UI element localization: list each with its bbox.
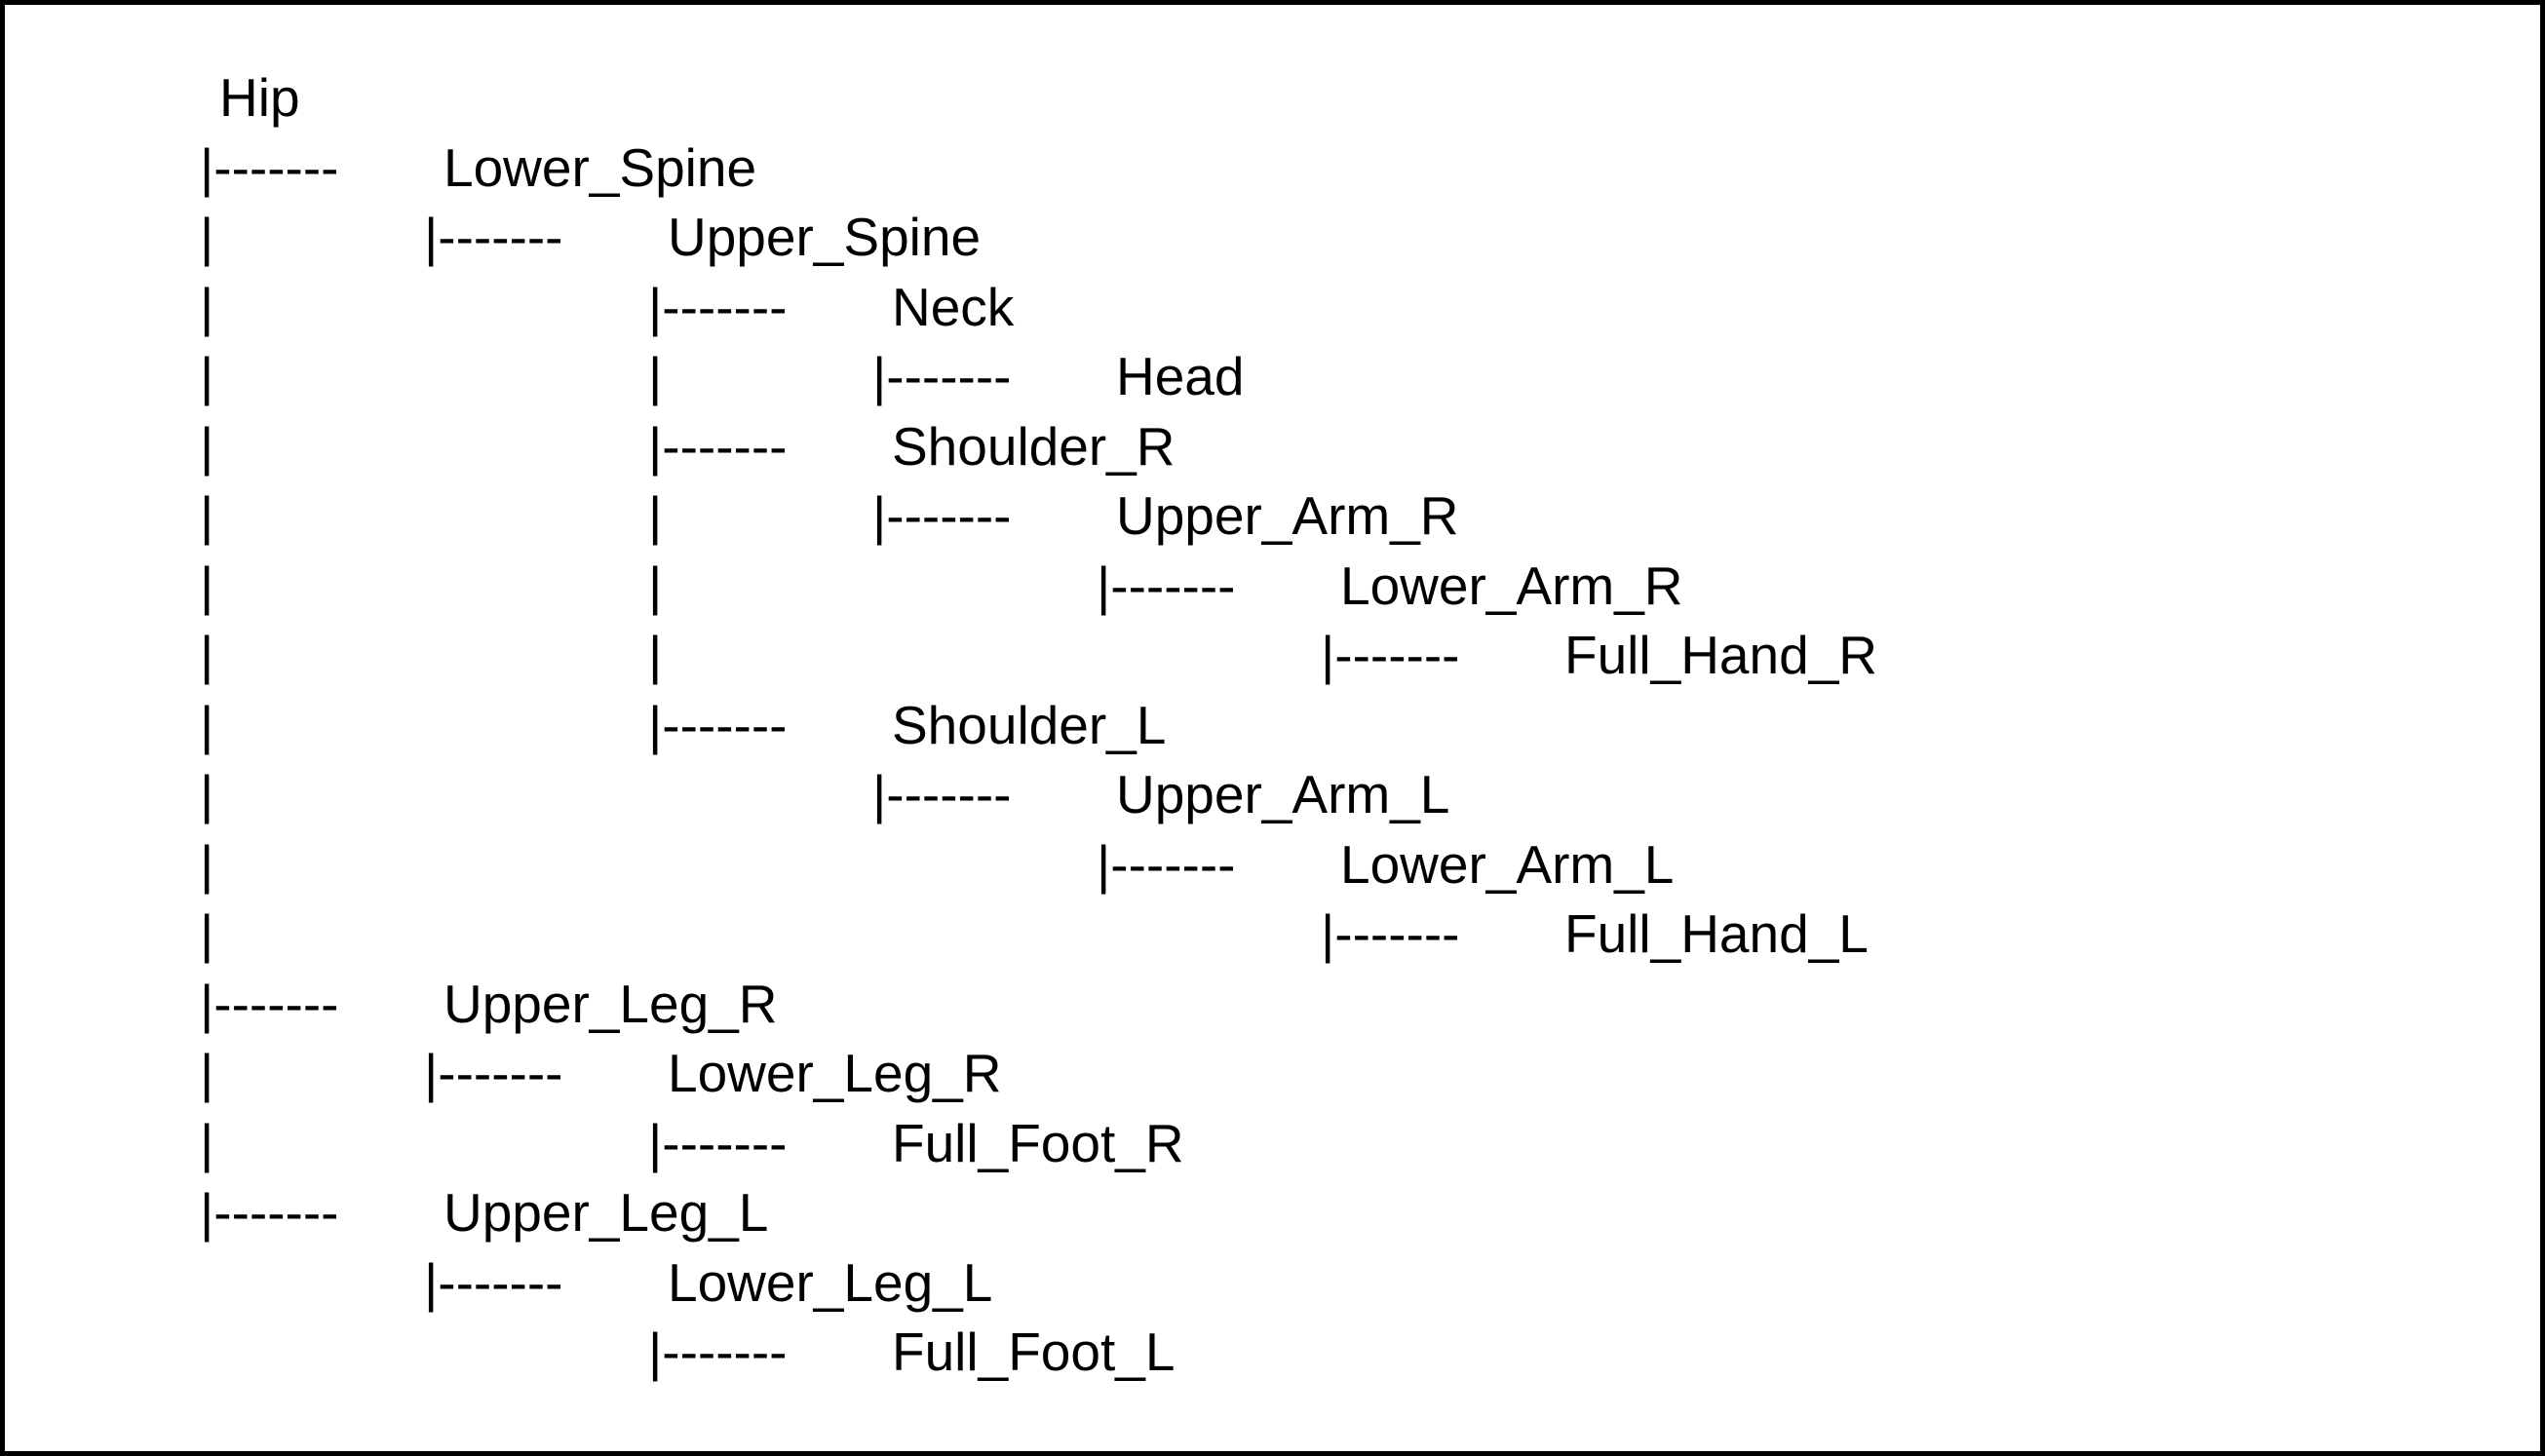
tree-branch-connector [648,1318,872,1388]
tree-vertical-connector [200,830,424,900]
tree-row: Full_Foot_L [200,1318,2443,1388]
tree-vertical-connector [200,203,424,273]
bone-node-label: Upper_Spine [648,203,981,273]
tree-row: Head [200,342,2443,412]
bone-node-label: Upper_Arm_L [1097,760,1449,830]
bone-node-label: Full_Foot_L [872,1318,1175,1388]
tree-branch-connector [648,412,872,482]
tree-row: Full_Hand_L [200,900,2443,970]
tree-vertical-connector [200,621,424,691]
tree-branch-connector [200,970,424,1040]
tree-branch-connector [200,1178,424,1248]
tree-row: Full_Foot_R [200,1109,2443,1179]
tree-vertical-connector [648,342,872,412]
bone-hierarchy-diagram: HipLower_SpineUpper_SpineNeckHeadShoulde… [0,0,2545,1456]
tree-branch-connector [424,1248,648,1319]
tree-row: Neck [200,273,2443,343]
bone-node-label: Upper_Leg_R [424,970,777,1040]
tree-row: Lower_Arm_R [200,552,2443,622]
tree-row: Shoulder_L [200,691,2443,761]
bone-node-label: Full_Hand_R [1545,621,1877,691]
bone-node-label: Shoulder_L [872,691,1166,761]
tree-branch-connector [1097,552,1321,622]
bone-node-label: Full_Foot_R [872,1109,1184,1179]
tree-row: Lower_Spine [200,134,2443,204]
tree-vertical-connector [200,760,424,830]
tree-branch-connector [200,134,424,204]
tree-row: Upper_Leg_L [200,1178,2443,1248]
tree-vertical-connector [200,900,424,970]
bone-node-label: Upper_Leg_L [424,1178,768,1248]
tree-branch-connector [648,691,872,761]
bone-node-label: Lower_Arm_R [1321,552,1683,622]
tree-branch-connector [1321,900,1545,970]
bone-node-label: Upper_Arm_R [1097,481,1459,552]
tree-branch-connector [872,760,1097,830]
tree-branch-connector [424,203,648,273]
bone-node-label: Lower_Spine [424,134,756,204]
tree-branch-connector [648,273,872,343]
tree-row: Shoulder_R [200,412,2443,482]
tree-row: Lower_Leg_R [200,1039,2443,1109]
bone-node-label: Lower_Leg_L [648,1248,992,1319]
bone-node-label: Neck [872,273,1014,343]
tree-vertical-connector [200,691,424,761]
bone-node-label: Shoulder_R [872,412,1175,482]
tree-vertical-connector [200,342,424,412]
tree-row: Upper_Arm_R [200,481,2443,552]
tree-row: Upper_Spine [200,203,2443,273]
tree-branch-connector [872,481,1097,552]
tree-vertical-connector [648,552,872,622]
tree-vertical-connector [648,481,872,552]
tree-vertical-connector [648,621,872,691]
tree-vertical-connector [200,481,424,552]
tree-vertical-connector [200,552,424,622]
tree-row: Full_Hand_R [200,621,2443,691]
tree-branch-connector [1097,830,1321,900]
tree-row: Hip [200,63,2443,134]
tree-branch-connector [1321,621,1545,691]
tree-vertical-connector [200,273,424,343]
tree-vertical-connector [200,1039,424,1109]
tree-row: Lower_Arm_L [200,830,2443,900]
bone-node-label: Lower_Arm_L [1321,830,1674,900]
tree-branch-connector [424,1039,648,1109]
tree-vertical-connector [200,412,424,482]
tree-vertical-connector [200,1109,424,1179]
tree-branch-connector [648,1109,872,1179]
bone-node-label: Lower_Leg_R [648,1039,1001,1109]
bone-node-label: Full_Hand_L [1545,900,1869,970]
tree-row: Lower_Leg_L [200,1248,2443,1319]
tree-row: Upper_Arm_L [200,760,2443,830]
bone-node-label: Hip [200,63,300,134]
tree-branch-connector [872,342,1097,412]
tree-row: Upper_Leg_R [200,970,2443,1040]
bone-node-label: Head [1097,342,1244,412]
